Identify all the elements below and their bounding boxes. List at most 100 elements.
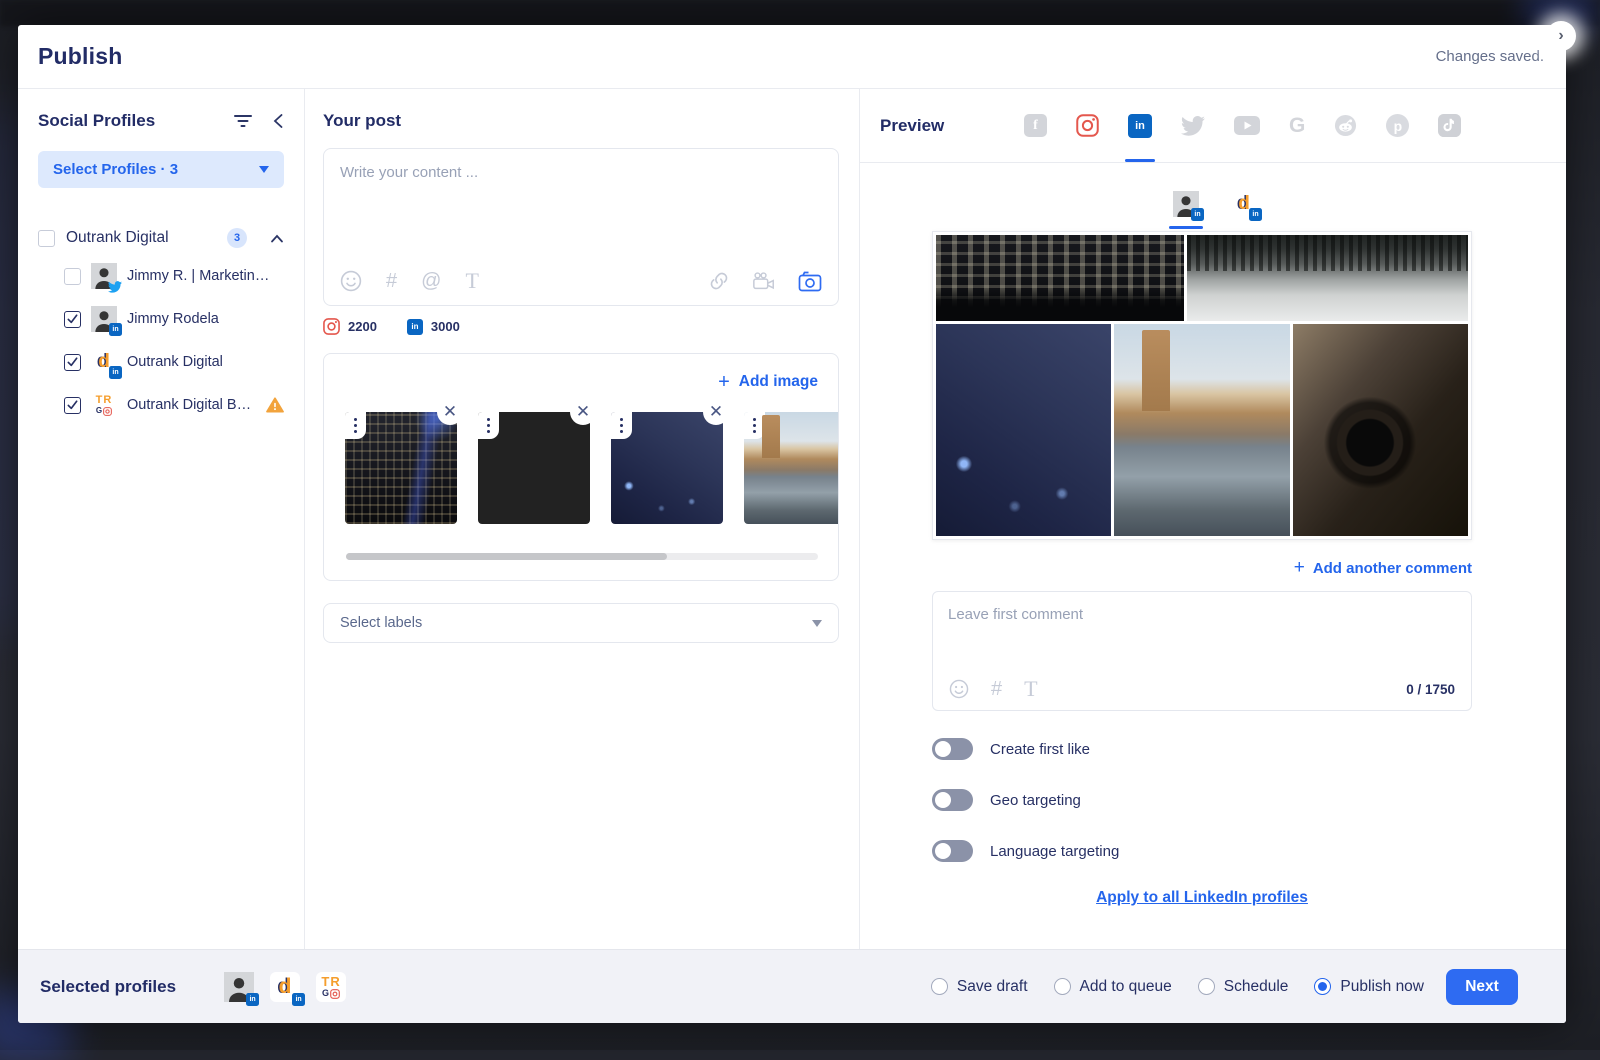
drag-handle-icon[interactable] (345, 412, 366, 439)
geo-targeting-toggle[interactable] (932, 789, 973, 811)
preview-tab-youtube-icon[interactable] (1234, 89, 1260, 162)
preview-tab-google-business-icon[interactable]: G (1289, 89, 1305, 162)
save-draft-radio[interactable]: Save draft (931, 978, 1028, 996)
linkedin-icon: in (1249, 208, 1262, 221)
selected-profile-outrank-digital[interactable]: d in (270, 972, 300, 1002)
next-button[interactable]: Next (1446, 969, 1518, 1005)
expand-chevron-icon[interactable]: › (1546, 21, 1576, 51)
profile-row-jimmy-r-twitter[interactable]: Jimmy R. | Marketing Co… (64, 261, 284, 291)
image-thumbnails: ✕ ✕ ✕ (345, 412, 839, 524)
avatar (91, 263, 117, 289)
preview-scroll-area[interactable]: + Add another comment # T 0 / 1750 (860, 231, 1566, 949)
collage-image-city-night (936, 235, 1184, 321)
emoji-icon[interactable] (340, 270, 362, 292)
chevron-up-icon[interactable] (270, 234, 284, 243)
add-to-queue-radio[interactable]: Add to queue (1054, 978, 1172, 996)
add-image-button[interactable]: + Add image (718, 372, 818, 392)
profile-checkbox-checked[interactable] (64, 397, 81, 414)
text-format-icon[interactable]: T (1024, 678, 1037, 700)
editor-toolbar: # @ T (340, 270, 822, 292)
profile-row-jimmy-rodela-linkedin[interactable]: in Jimmy Rodela (64, 304, 284, 334)
add-another-comment-button[interactable]: + Add another comment (932, 557, 1472, 579)
active-tab-underline (1169, 226, 1203, 229)
publish-modal: Publish Changes saved. › Social Profiles… (18, 25, 1566, 1023)
remove-image-icon[interactable]: ✕ (437, 399, 463, 425)
thumbnail-zurich-riverside[interactable] (744, 412, 839, 524)
instagram-icon (323, 318, 340, 335)
language-targeting-toggle[interactable] (932, 840, 973, 862)
background-topbar (0, 0, 1600, 26)
avatar: d in (91, 349, 117, 375)
drag-handle-icon[interactable] (744, 412, 765, 439)
schedule-radio[interactable]: Schedule (1198, 978, 1289, 996)
hashtag-icon[interactable]: # (386, 271, 397, 291)
preview-profile-tab-outrank-digital[interactable]: d in (1231, 191, 1257, 231)
select-labels-dropdown[interactable]: Select labels (323, 603, 839, 643)
select-profiles-dropdown[interactable]: Select Profiles · 3 (38, 151, 284, 188)
preview-tab-twitter-icon[interactable] (1181, 89, 1205, 162)
thumbnail-night-building[interactable]: ✕ (345, 412, 457, 524)
collage-image-bw-forest-reflection (1187, 235, 1468, 321)
emoji-icon[interactable] (949, 679, 969, 699)
link-icon[interactable] (708, 270, 730, 292)
profile-checkbox[interactable] (64, 268, 81, 285)
group-count-badge: 3 (227, 228, 247, 248)
remove-image-icon[interactable]: ✕ (570, 399, 596, 425)
group-checkbox[interactable] (38, 230, 55, 247)
preview-panel: Preview f in G (860, 89, 1566, 949)
drag-handle-icon[interactable] (611, 412, 632, 439)
publish-now-radio[interactable]: Publish now (1314, 978, 1424, 996)
remove-image-icon[interactable]: ✕ (703, 399, 729, 425)
chevron-down-icon (812, 620, 822, 627)
profile-group-row[interactable]: Outrank Digital 3 (38, 228, 284, 248)
plus-icon: + (718, 372, 730, 392)
create-first-like-toggle[interactable] (932, 738, 973, 760)
profile-row-outrank-digital-linkedin[interactable]: d in Outrank Digital (64, 347, 284, 377)
first-comment-card: # T 0 / 1750 (932, 591, 1472, 711)
selected-profile-outrank-digital-burner[interactable]: TR G (316, 972, 346, 1002)
profile-row-outrank-digital-burner-instagram[interactable]: TR G Outrank Digital Burner (64, 390, 284, 420)
drag-handle-icon[interactable] (478, 412, 499, 439)
selected-profiles-label: Selected profiles (40, 977, 176, 997)
hashtag-icon[interactable]: # (991, 679, 1002, 699)
page-title: Publish (38, 43, 122, 70)
thumbnail-night-sky[interactable]: ✕ (611, 412, 723, 524)
preview-tab-reddit-icon[interactable] (1334, 89, 1357, 162)
preview-tab-instagram-icon[interactable] (1076, 89, 1099, 162)
apply-to-all-linkedin-link[interactable]: Apply to all LinkedIn profiles (932, 889, 1472, 907)
first-comment-input[interactable] (933, 592, 1471, 662)
linkedin-icon: in (109, 366, 122, 379)
profile-name: Jimmy R. | Marketing Co… (127, 268, 277, 284)
instagram-icon (103, 407, 112, 416)
create-first-like-row: Create first like (932, 738, 1472, 760)
avatar: TR G (91, 392, 117, 418)
profile-name: Jimmy Rodela (127, 311, 219, 327)
twitter-icon (108, 281, 122, 293)
video-icon[interactable] (752, 270, 776, 292)
thumbnail-bw-lake-forest[interactable]: ✕ (478, 412, 590, 524)
group-name: Outrank Digital (66, 229, 169, 247)
attached-images-card: + Add image ✕ ✕ ✕ (323, 353, 839, 581)
preview-tab-linkedin-icon[interactable]: in (1128, 89, 1152, 162)
profile-checkbox-checked[interactable] (64, 311, 81, 328)
social-profiles-title: Social Profiles (38, 111, 155, 131)
collapse-panel-icon[interactable] (272, 113, 284, 129)
post-content-input[interactable] (324, 149, 838, 249)
text-format-icon[interactable]: T (465, 270, 478, 292)
geo-targeting-row: Geo targeting (932, 789, 1472, 811)
thumbnails-scrollbar[interactable] (346, 553, 818, 560)
scrollbar-thumb[interactable] (346, 553, 667, 560)
photo-icon[interactable] (798, 270, 822, 292)
collage-image-night-sky (936, 324, 1111, 536)
preview-tab-pinterest-icon[interactable]: p (1386, 89, 1409, 162)
your-post-title: Your post (323, 111, 839, 131)
preview-tab-facebook-icon[interactable]: f (1024, 89, 1047, 162)
filter-icon[interactable] (234, 114, 252, 128)
preview-profile-tab-jimmy-rodela[interactable]: in (1169, 191, 1203, 231)
profile-checkbox-checked[interactable] (64, 354, 81, 371)
mention-icon[interactable]: @ (421, 271, 441, 291)
selected-profile-jimmy-rodela[interactable]: in (224, 972, 254, 1002)
preview-tab-tiktok-icon[interactable] (1438, 89, 1461, 162)
avatar: in (91, 306, 117, 332)
profile-name: Outrank Digital (127, 354, 223, 370)
